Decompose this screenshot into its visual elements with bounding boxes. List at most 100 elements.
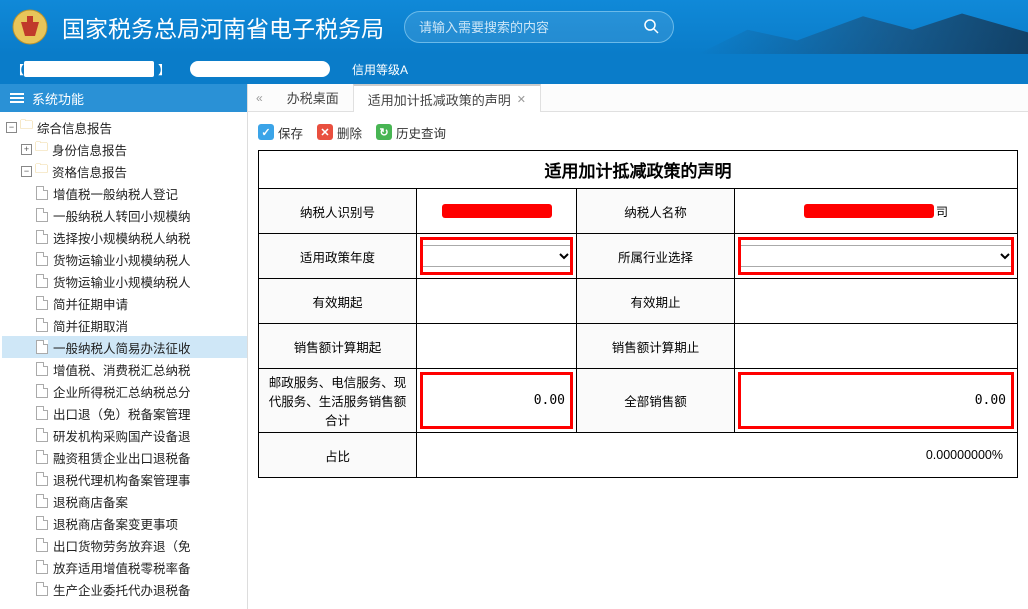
file-icon — [36, 230, 48, 244]
value-policy-year[interactable] — [417, 234, 577, 278]
tab-current[interactable]: 适用加计抵减政策的声明 ✕ — [353, 84, 541, 112]
file-icon — [36, 318, 48, 332]
tree-leaf[interactable]: 简并征期取消 — [2, 314, 247, 336]
file-icon — [36, 582, 48, 596]
taxpayer-redacted — [24, 61, 154, 77]
label-sales-calc-to: 销售额计算期止 — [577, 324, 735, 368]
nav-tree: − 🗀 综合信息报告 + 🗀 身份信息报告 − 🗀 资格信息报告 增值税一般纳税… — [0, 112, 247, 609]
file-icon — [36, 406, 48, 420]
bracket-right: 】 — [158, 61, 170, 78]
tree-leaf[interactable]: 简并征期申请 — [2, 292, 247, 314]
tree-leaf[interactable]: 企业所得税汇总纳税总分 — [2, 380, 247, 402]
search-icon[interactable] — [643, 18, 659, 37]
file-icon — [36, 186, 48, 200]
tree-node-identity[interactable]: + 🗀 身份信息报告 — [2, 138, 247, 160]
tree-leaf[interactable]: 选择按小规模纳税人纳税 — [2, 226, 247, 248]
collapse-sidebar-icon[interactable]: « — [256, 91, 263, 105]
label-industry: 所属行业选择 — [577, 234, 735, 278]
file-icon — [36, 472, 48, 486]
tree-leaf[interactable]: 退税商店备案 — [2, 490, 247, 512]
value-service-sales[interactable]: 0.00 — [417, 369, 577, 432]
policy-year-select[interactable] — [420, 245, 573, 267]
credit-level: 信用等级A — [352, 61, 408, 78]
tabs-bar: « 办税桌面 适用加计抵减政策的声明 ✕ — [248, 84, 1028, 112]
tree-node-root[interactable]: − 🗀 综合信息报告 — [2, 116, 247, 138]
file-icon — [36, 252, 48, 266]
file-icon — [36, 274, 48, 288]
value-sales-calc-from[interactable] — [417, 324, 577, 368]
file-icon — [36, 362, 48, 376]
history-button[interactable]: ↻ 历史查询 — [376, 123, 446, 142]
label-taxpayer-name: 纳税人名称 — [577, 189, 735, 233]
tree-leaf[interactable]: 出口货物劳务放弃退（免 — [2, 534, 247, 556]
label-policy-year: 适用政策年度 — [259, 234, 417, 278]
label-service-sales: 邮政服务、电信服务、现代服务、生活服务销售额合计 — [259, 369, 417, 432]
main-area: « 办税桌面 适用加计抵减政策的声明 ✕ ✓ 保存 ✕ 删除 ↻ 历史查询 适用… — [248, 84, 1028, 609]
file-icon — [36, 428, 48, 442]
label-valid-from: 有效期起 — [259, 279, 417, 323]
industry-select[interactable] — [738, 245, 1014, 267]
declaration-form: 适用加计抵减政策的声明 纳税人识别号 纳税人名称 司 适用政策年度 所属行业选择 — [258, 150, 1018, 478]
tree-leaf[interactable]: 融资租赁企业出口退税备 — [2, 446, 247, 468]
expand-icon[interactable]: + — [21, 144, 32, 155]
label-sales-calc-from: 销售额计算期起 — [259, 324, 417, 368]
search-box[interactable] — [404, 11, 674, 43]
delete-icon: ✕ — [317, 124, 333, 140]
label-ratio: 占比 — [259, 433, 417, 477]
tree-node-qualify[interactable]: − 🗀 资格信息报告 — [2, 160, 247, 182]
file-icon — [36, 450, 48, 464]
value-valid-from[interactable] — [417, 279, 577, 323]
toolbar: ✓ 保存 ✕ 删除 ↻ 历史查询 — [258, 120, 1018, 144]
bracket-left: 【 — [12, 61, 24, 78]
folder-icon: 🗀 — [35, 160, 48, 182]
tree-leaf[interactable]: 货物运输业小规模纳税人 — [2, 248, 247, 270]
form-title: 适用加计抵减政策的声明 — [259, 151, 1017, 189]
file-icon — [36, 208, 48, 222]
tax-logo-icon — [10, 7, 50, 47]
tree-leaf[interactable]: 退税代理机构备案管理事 — [2, 468, 247, 490]
tree-leaf[interactable]: 增值税、消费税汇总纳税 — [2, 358, 247, 380]
label-taxpayer-id: 纳税人识别号 — [259, 189, 417, 233]
delete-button[interactable]: ✕ 删除 — [317, 123, 362, 142]
label-valid-to: 有效期止 — [577, 279, 735, 323]
tree-leaf[interactable]: 退税商店备案变更事项 — [2, 512, 247, 534]
sidebar-header: 系统功能 — [0, 84, 247, 112]
tree-leaf[interactable]: 出口退（免）税备案管理 — [2, 402, 247, 424]
value-industry[interactable] — [735, 234, 1017, 278]
sidebar: 系统功能 − 🗀 综合信息报告 + 🗀 身份信息报告 − 🗀 资格信息报告 增值… — [0, 84, 248, 609]
redacted-value — [442, 204, 552, 218]
label-total-sales: 全部销售额 — [577, 369, 735, 432]
file-icon — [36, 340, 48, 354]
collapse-icon[interactable]: − — [6, 122, 17, 133]
file-icon — [36, 296, 48, 310]
save-icon: ✓ — [258, 124, 274, 140]
sidebar-title: 系统功能 — [32, 89, 84, 108]
tree-leaf[interactable]: 生产企业委托代办退税备 — [2, 578, 247, 600]
collapse-icon[interactable]: − — [21, 166, 32, 177]
folder-icon: 🗀 — [20, 116, 33, 138]
file-icon — [36, 538, 48, 552]
value-ratio: 0.00000000% — [417, 433, 1017, 477]
value-total-sales[interactable]: 0.00 — [735, 369, 1017, 432]
tree-leaf[interactable]: 增值税一般纳税人登记 — [2, 182, 247, 204]
tree-leaf[interactable]: 货物运输业小规模纳税人 — [2, 270, 247, 292]
value-valid-to[interactable] — [735, 279, 1017, 323]
header-decoration — [698, 0, 1028, 54]
value-sales-calc-to[interactable] — [735, 324, 1017, 368]
file-icon — [36, 384, 48, 398]
close-icon[interactable]: ✕ — [517, 93, 526, 106]
file-icon — [36, 494, 48, 508]
tree-leaf[interactable]: 一般纳税人简易办法征收 — [2, 336, 247, 358]
tree-leaf[interactable]: 一般纳税人转回小规模纳 — [2, 204, 247, 226]
tree-leaf[interactable]: 放弃适用增值税零税率备 — [2, 556, 247, 578]
taxpayer-pill-redacted — [190, 61, 330, 77]
tree-leaf[interactable]: 研发机构采购国产设备退 — [2, 424, 247, 446]
redacted-value — [804, 204, 934, 218]
search-input[interactable] — [419, 20, 635, 35]
tab-desk[interactable]: 办税桌面 — [273, 84, 353, 112]
history-icon: ↻ — [376, 124, 392, 140]
file-icon — [36, 516, 48, 530]
save-button[interactable]: ✓ 保存 — [258, 123, 303, 142]
grip-icon — [10, 93, 24, 103]
app-header: 国家税务总局河南省电子税务局 — [0, 0, 1028, 54]
